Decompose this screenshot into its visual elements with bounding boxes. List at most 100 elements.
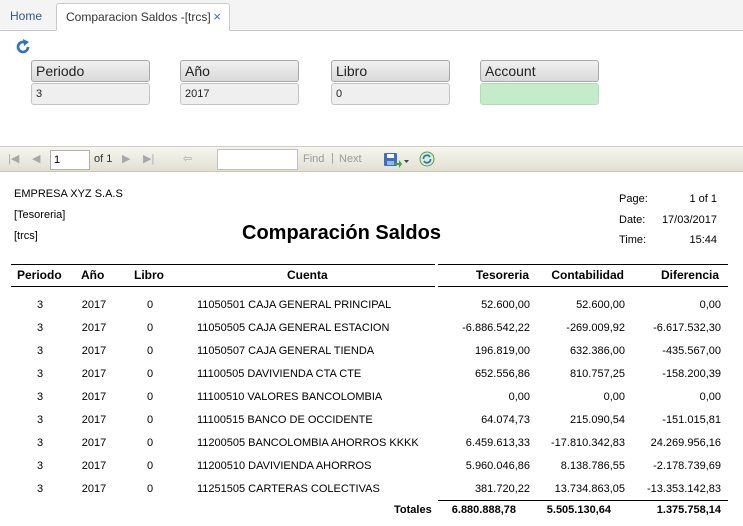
next-page-icon[interactable]: ▶ (122, 152, 130, 165)
cell-periodo: 3 (36, 322, 44, 334)
cell-ano: 2017 (81, 345, 107, 357)
page-count: of 1 (94, 153, 113, 165)
cell-cuenta: 11200510 DAVIVIENDA AHORROS (197, 460, 372, 472)
cell-tesoreria: 5.960.046,86 (465, 460, 530, 472)
header-line-right-top (438, 264, 728, 265)
cell-tesoreria: 652.556,86 (474, 368, 530, 380)
cell-libro: 0 (146, 322, 154, 334)
cell-cuenta: 11050501 CAJA GENERAL PRINCIPAL (197, 299, 392, 311)
cell-cuenta: 11100515 BANCO DE OCCIDENTE (197, 414, 373, 426)
cell-ano: 2017 (81, 414, 107, 426)
company-name: EMPRESA XYZ S.A.S (14, 188, 123, 200)
cell-libro: 0 (146, 391, 154, 403)
tab-comparacion-saldos[interactable]: Comparacion Saldos -[trcs] × (56, 3, 230, 31)
previous-page-icon[interactable]: ◀ (32, 152, 40, 165)
time-value: 15:44 (689, 234, 717, 246)
cell-diferencia: -151.015,81 (662, 414, 721, 426)
cell-tesoreria: -6.886.542,22 (462, 322, 530, 334)
cell-diferencia: -435.567,00 (662, 345, 721, 357)
table-row: 3 2017 0 11100510 VALORES BANCOLOMBIA 0,… (0, 391, 743, 414)
cell-diferencia: -6.617.532,30 (653, 322, 721, 334)
cell-tesoreria: 0,00 (508, 391, 530, 403)
totals-line (438, 500, 728, 501)
param-periodo-label: Periodo (31, 60, 150, 82)
date-value: 17/03/2017 (661, 214, 717, 226)
module-name: [Tesoreria] (14, 209, 66, 221)
column-cuenta: Cuenta (287, 268, 328, 282)
cell-ano: 2017 (81, 368, 107, 380)
refresh-icon[interactable] (14, 38, 32, 56)
time-label: Time: (619, 234, 647, 246)
param-libro-label: Libro (331, 60, 450, 82)
cell-contabilidad: 810.757,25 (569, 368, 625, 380)
toolbar-separator: | (331, 152, 334, 164)
column-ano: Año (81, 268, 105, 282)
total-contabilidad: 5.505.130,64 (546, 504, 611, 516)
header-line-left-top (11, 264, 435, 265)
cell-libro: 0 (146, 368, 154, 380)
cell-cuenta: 11050505 CAJA GENERAL ESTACION (197, 322, 390, 334)
back-icon[interactable]: ⇦ (183, 152, 192, 165)
tab-home[interactable]: Home (0, 3, 52, 31)
cell-tesoreria: 64.074,73 (481, 414, 530, 426)
find-input[interactable] (217, 149, 298, 170)
export-save-icon[interactable] (383, 151, 411, 169)
cell-cuenta: 11100510 VALORES BANCOLOMBIA (197, 391, 383, 403)
total-tesoreria: 6.880.888,78 (451, 504, 516, 516)
cell-contabilidad: 13.734.863,05 (554, 483, 625, 495)
reload-icon[interactable] (419, 151, 435, 167)
cell-tesoreria: 52.600,00 (481, 299, 530, 311)
cell-ano: 2017 (81, 391, 107, 403)
close-icon[interactable]: × (213, 4, 221, 30)
cell-libro: 0 (146, 437, 154, 449)
param-ano-field[interactable]: 2017 (180, 83, 299, 105)
cell-tesoreria: 196.819,00 (474, 345, 530, 357)
cell-periodo: 3 (36, 483, 44, 495)
cell-cuenta: 11200505 BANCOLOMBIA AHORROS KKKK (197, 437, 419, 449)
table-row: 3 2017 0 11200510 DAVIVIENDA AHORROS 5.9… (0, 460, 743, 483)
cell-ano: 2017 (81, 483, 107, 495)
cell-contabilidad: 8.138.786,55 (560, 460, 625, 472)
report-code: [trcs] (14, 230, 38, 242)
cell-libro: 0 (146, 460, 154, 472)
report-toolbar: |◀ ◀ 1 of 1 ▶ ▶| ⇦ Find | Next (0, 146, 743, 172)
tab-label: Comparacion Saldos -[trcs] (66, 10, 211, 24)
cell-libro: 0 (146, 483, 154, 495)
cell-periodo: 3 (36, 414, 44, 426)
cell-periodo: 3 (36, 345, 44, 357)
cell-periodo: 3 (36, 437, 44, 449)
last-page-icon[interactable]: ▶| (143, 152, 154, 165)
cell-libro: 0 (146, 345, 154, 357)
header-line-left-bottom (11, 286, 435, 287)
first-page-icon[interactable]: |◀ (8, 152, 19, 165)
cell-cuenta: 11251505 CARTERAS COLECTIVAS (197, 483, 380, 495)
cell-periodo: 3 (36, 460, 44, 472)
page-number-input[interactable]: 1 (50, 150, 90, 170)
tab-bar: Home Comparacion Saldos -[trcs] × (0, 0, 743, 31)
cell-contabilidad: 52.600,00 (576, 299, 625, 311)
column-diferencia: Diferencia (660, 268, 719, 282)
column-contabilidad: Contabilidad (551, 268, 624, 282)
table-row: 3 2017 0 11050501 CAJA GENERAL PRINCIPAL… (0, 299, 743, 322)
table-row: 3 2017 0 11050505 CAJA GENERAL ESTACION … (0, 322, 743, 345)
cell-diferencia: -2.178.739,69 (653, 460, 721, 472)
cell-cuenta: 11100505 DAVIVIENDA CTA CTE (197, 368, 362, 380)
param-periodo-field[interactable]: 3 (31, 83, 150, 105)
cell-diferencia: 0,00 (699, 299, 721, 311)
totals-label: Totales (394, 504, 432, 516)
date-label: Date: (619, 214, 646, 226)
table-row: 3 2017 0 11050507 CAJA GENERAL TIENDA 19… (0, 345, 743, 368)
cell-ano: 2017 (81, 322, 107, 334)
cell-periodo: 3 (36, 299, 44, 311)
param-libro-field[interactable]: 0 (331, 83, 450, 105)
report-title: Comparación Saldos (242, 222, 441, 244)
cell-cuenta: 11050507 CAJA GENERAL TIENDA (197, 345, 375, 357)
param-account-field[interactable] (480, 83, 599, 105)
cell-ano: 2017 (81, 437, 107, 449)
find-button[interactable]: Find (303, 153, 324, 165)
cell-contabilidad: 0,00 (603, 391, 625, 403)
next-button[interactable]: Next (339, 153, 362, 165)
column-tesoreria: Tesoreria (475, 268, 529, 282)
table-row: 3 2017 0 11100505 DAVIVIENDA CTA CTE 652… (0, 368, 743, 391)
cell-periodo: 3 (36, 368, 44, 380)
